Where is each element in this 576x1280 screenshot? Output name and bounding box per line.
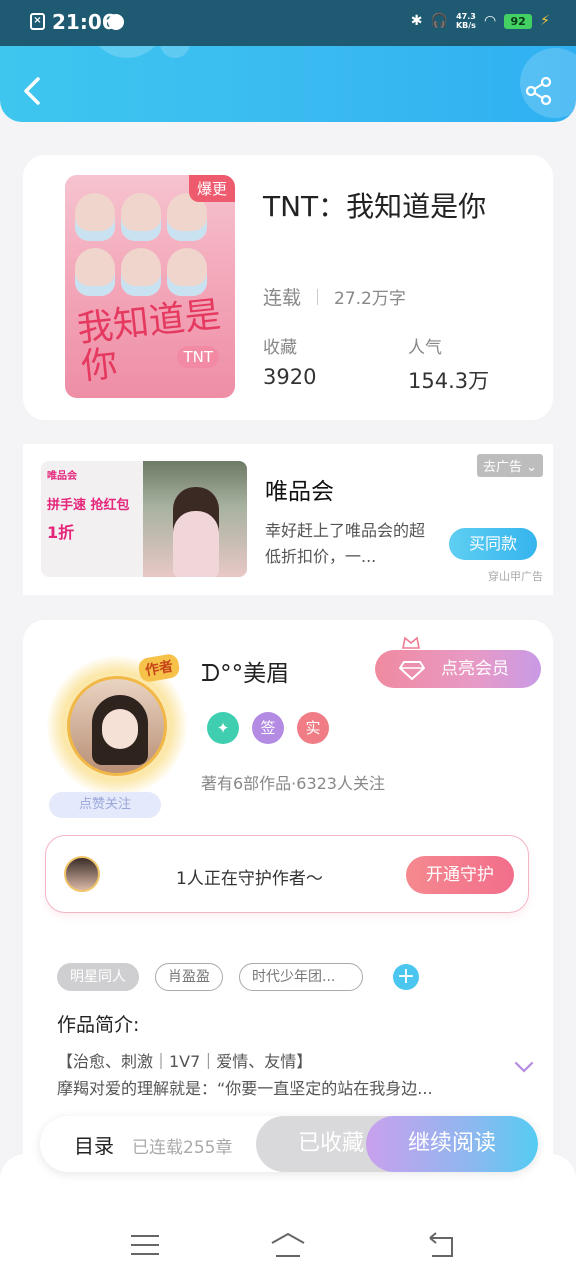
- notification-icon: ×: [30, 13, 45, 30]
- ad-model: [173, 487, 219, 577]
- headphones-icon: 🎧: [430, 13, 448, 29]
- ad-buy-button[interactable]: 买同款: [449, 528, 537, 560]
- author-name: ᗪ°°美眉: [201, 661, 290, 687]
- tag-list: 明星同人 肖盈盈 时代少年团... +: [57, 963, 419, 991]
- status-right: ✱ 🎧 47.3 KB/s ◠ 92 ⚡: [411, 12, 550, 30]
- like-follow-button[interactable]: 点赞关注: [49, 792, 161, 818]
- author-badge: 作者: [137, 652, 181, 684]
- divider: [317, 288, 319, 305]
- ad-image-slogan: 拼手速 抢红包: [47, 498, 130, 513]
- cover-title: 我知道是你: [75, 294, 223, 388]
- continue-reading-button[interactable]: 继续阅读: [366, 1116, 538, 1172]
- hot-tag: 爆更: [188, 175, 235, 202]
- handshake-icon: ✦: [207, 712, 239, 744]
- tag-item[interactable]: 时代少年团...: [239, 963, 363, 991]
- battery-indicator: 92: [504, 13, 533, 29]
- stat-value-popularity: 154.3万: [408, 369, 490, 393]
- cover-badge: TNT: [177, 346, 219, 368]
- ad-description: 幸好赶上了唯品会的超低折扣价，一...: [265, 521, 426, 566]
- ad-source: 穿山甲广告: [488, 570, 543, 583]
- verified-badge: 实: [297, 712, 329, 744]
- ad-image-brand: 唯品会: [47, 471, 77, 482]
- chapter-count: 已连载255章: [132, 1138, 233, 1158]
- cover-figure: [75, 248, 115, 296]
- cover-figure: [121, 193, 161, 241]
- guard-panel: 1人正在守护作者～ 开通守护: [45, 835, 529, 913]
- back-arrow-icon[interactable]: [18, 74, 48, 108]
- table-of-contents-button[interactable]: 目录: [74, 1130, 114, 1159]
- intro-text-line2: 摩羯对爱的理解就是：“你要一直坚定的站在我身边...: [57, 1079, 433, 1098]
- ad-image-photo: [143, 461, 247, 577]
- bluetooth-icon: ✱: [410, 13, 423, 29]
- avatar-face: [102, 709, 138, 749]
- ad-banner[interactable]: 唯品会 拼手速 抢红包 1折 去广告 ⌄ 唯品会 幸好赶上了唯品会的超低折扣价，…: [23, 444, 553, 595]
- home-icon[interactable]: [268, 1230, 308, 1260]
- signed-badge: 签: [252, 712, 284, 744]
- open-guard-button[interactable]: 开通守护: [406, 856, 514, 894]
- intro-text-line1: 【治愈、刺激｜1V7｜爱情、友情】: [57, 1052, 313, 1071]
- ad-image-price: 1折: [47, 523, 75, 542]
- ad-title: 唯品会: [265, 479, 334, 505]
- cover-figure: [121, 248, 161, 296]
- net-speed-value: 47.3: [456, 12, 476, 21]
- stat-label-favorites: 收藏: [263, 338, 297, 358]
- remove-ad-button[interactable]: 去广告 ⌄: [476, 454, 543, 477]
- net-speed-unit: KB/s: [455, 21, 476, 30]
- stat-value-favorites: 3920: [263, 365, 317, 389]
- book-cover[interactable]: 我知道是你 TNT 爆更: [65, 175, 235, 398]
- cover-figure: [167, 248, 207, 296]
- avatar: [67, 676, 167, 776]
- ad-image-promo: 唯品会 拼手速 抢红包 1折: [41, 461, 143, 577]
- crown-icon: [402, 636, 420, 649]
- ad-image[interactable]: 唯品会 拼手速 抢红包 1折: [41, 461, 247, 577]
- cover-illustration: [65, 185, 235, 305]
- status-time: 21:06: [52, 10, 116, 34]
- bottom-action-bar: 目录 已连载255章 已收藏 继续阅读: [40, 1116, 538, 1172]
- tag-item[interactable]: 肖盈盈: [155, 963, 223, 991]
- intro-label: 作品简介:: [57, 1014, 140, 1036]
- tag-item[interactable]: 明星同人: [57, 963, 139, 991]
- wifi-icon: ◠: [483, 13, 497, 29]
- author-badges: ✦ 签 实: [207, 712, 329, 744]
- book-status-row: 连载 27.2万字: [263, 283, 406, 310]
- cover-figure: [75, 193, 115, 241]
- globe-icon: [108, 14, 124, 30]
- guardian-avatar: [64, 856, 100, 892]
- remove-ad-label: 去广告: [482, 460, 522, 475]
- book-status: 连载: [263, 287, 302, 309]
- diamond-icon: [399, 661, 425, 680]
- status-bar: × 21:06 ✱ 🎧 47.3 KB/s ◠ 92 ⚡: [0, 0, 576, 46]
- header: × 21:06 ✱ 🎧 47.3 KB/s ◠ 92 ⚡: [0, 0, 576, 122]
- menu-icon[interactable]: [125, 1230, 165, 1260]
- share-icon[interactable]: [524, 76, 554, 106]
- stat-label-popularity: 人气: [408, 338, 442, 358]
- back-icon[interactable]: [420, 1230, 460, 1260]
- author-avatar-frame[interactable]: 作者: [47, 652, 187, 796]
- net-speed: 47.3 KB/s: [456, 12, 476, 30]
- system-navigation-bar: [0, 1154, 576, 1280]
- chevron-down-icon[interactable]: [513, 1060, 535, 1074]
- book-title: TNT：我知道是你: [263, 190, 487, 223]
- word-count: 27.2万字: [334, 289, 406, 309]
- add-tag-button[interactable]: +: [393, 964, 419, 990]
- book-info-card: 我知道是你 TNT 爆更 TNT：我知道是你 连载 27.2万字 收藏 3920…: [23, 155, 553, 420]
- guard-text: 1人正在守护作者～: [176, 869, 323, 889]
- charging-icon: ⚡: [540, 13, 550, 29]
- author-stats: 著有6部作品·6323人关注: [201, 774, 385, 793]
